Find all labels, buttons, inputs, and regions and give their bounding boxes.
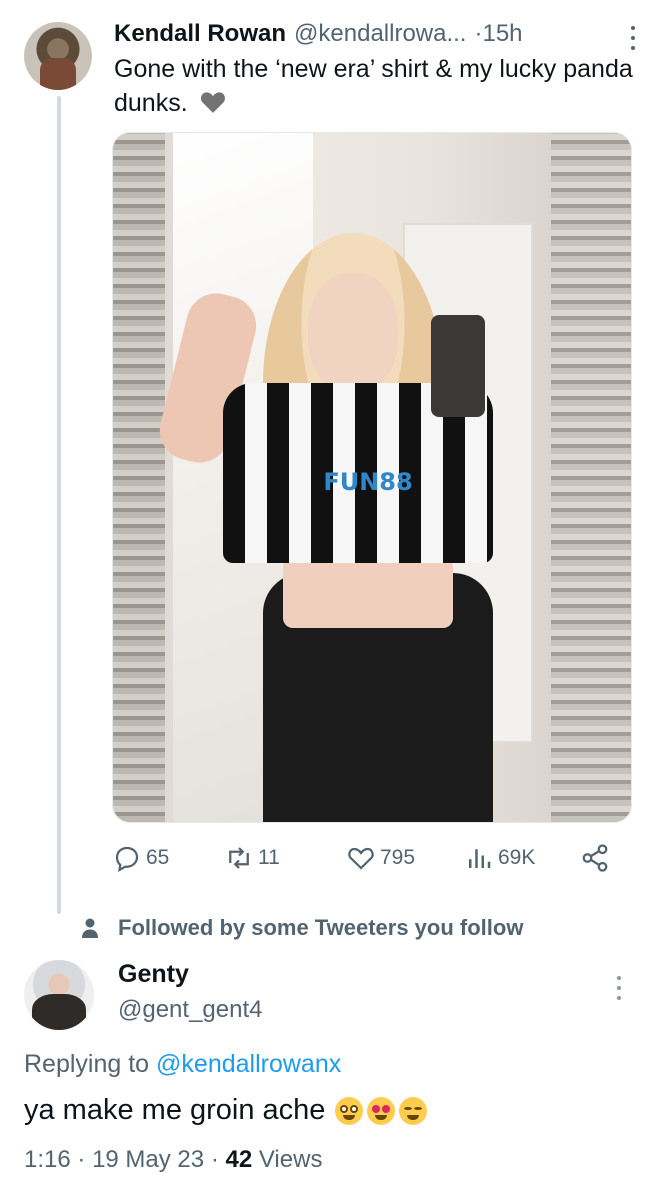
reply-date[interactable]: 19 May 23: [92, 1146, 204, 1173]
reply-time[interactable]: 1:16: [24, 1146, 71, 1173]
replying-to-mention[interactable]: @kendallrowanx: [156, 1050, 341, 1078]
followed-by-notice: Followed by some Tweeters you follow: [80, 910, 523, 946]
share-button[interactable]: [580, 836, 614, 880]
views-chart-icon: [469, 849, 491, 868]
like-count: 795: [380, 846, 416, 869]
reply-author-name[interactable]: Genty: [118, 960, 189, 989]
reply-views-count: 42: [225, 1146, 253, 1173]
reply-author-avatar[interactable]: [24, 960, 94, 1030]
reply-author-handle[interactable]: @gent_gent4: [118, 996, 262, 1024]
more-options-icon[interactable]: [628, 26, 638, 50]
thread-line: [57, 96, 61, 914]
grinning-sweat-emoji: [399, 1096, 428, 1125]
replying-to: Replying to @kendallrowanx: [24, 1050, 342, 1078]
tweet-header: Kendall Rowan @kendallrowa... ·15h: [114, 16, 634, 52]
flushed-face-emoji: [335, 1096, 364, 1125]
tweet-text: Gone with the ‘new era’ shirt & my lucky…: [114, 55, 633, 117]
tweet-time[interactable]: ·15h: [474, 20, 522, 48]
reply-more-options-icon[interactable]: [614, 976, 624, 1000]
like-button[interactable]: 795: [346, 836, 415, 880]
reply-icon: [115, 846, 139, 872]
reply-text: ya make me groin ache: [24, 1094, 428, 1127]
author-handle[interactable]: @kendallrowa...: [294, 20, 466, 48]
retweet-button[interactable]: 11: [224, 836, 280, 880]
reply-meta: 1:16 · 19 May 23 · 42 Views: [24, 1146, 323, 1173]
views-button[interactable]: 69K: [464, 836, 535, 880]
retweet-icon: [229, 847, 249, 869]
followed-by-label: Followed by some Tweeters you follow: [118, 915, 524, 940]
tweet-photo[interactable]: FUN88: [112, 132, 632, 823]
author-name[interactable]: Kendall Rowan: [114, 20, 286, 48]
tweet-actions: 65 11 795 69K: [112, 836, 632, 880]
heart-icon: [348, 847, 374, 870]
share-icon: [582, 844, 608, 872]
views-count: 69K: [498, 846, 536, 869]
reply-views-label: Views: [258, 1146, 323, 1173]
phone: [431, 315, 485, 417]
retweet-count: 11: [258, 846, 280, 869]
mirror-frame: [113, 133, 165, 822]
reply-count: 65: [146, 846, 170, 869]
author-avatar[interactable]: [24, 22, 92, 90]
heart-eyes-emoji: [367, 1096, 396, 1125]
shirt-sponsor-text: FUN88: [323, 468, 413, 496]
grey-heart-icon: [200, 92, 225, 113]
person-icon: [82, 918, 98, 938]
reply-button[interactable]: 65: [112, 836, 169, 880]
